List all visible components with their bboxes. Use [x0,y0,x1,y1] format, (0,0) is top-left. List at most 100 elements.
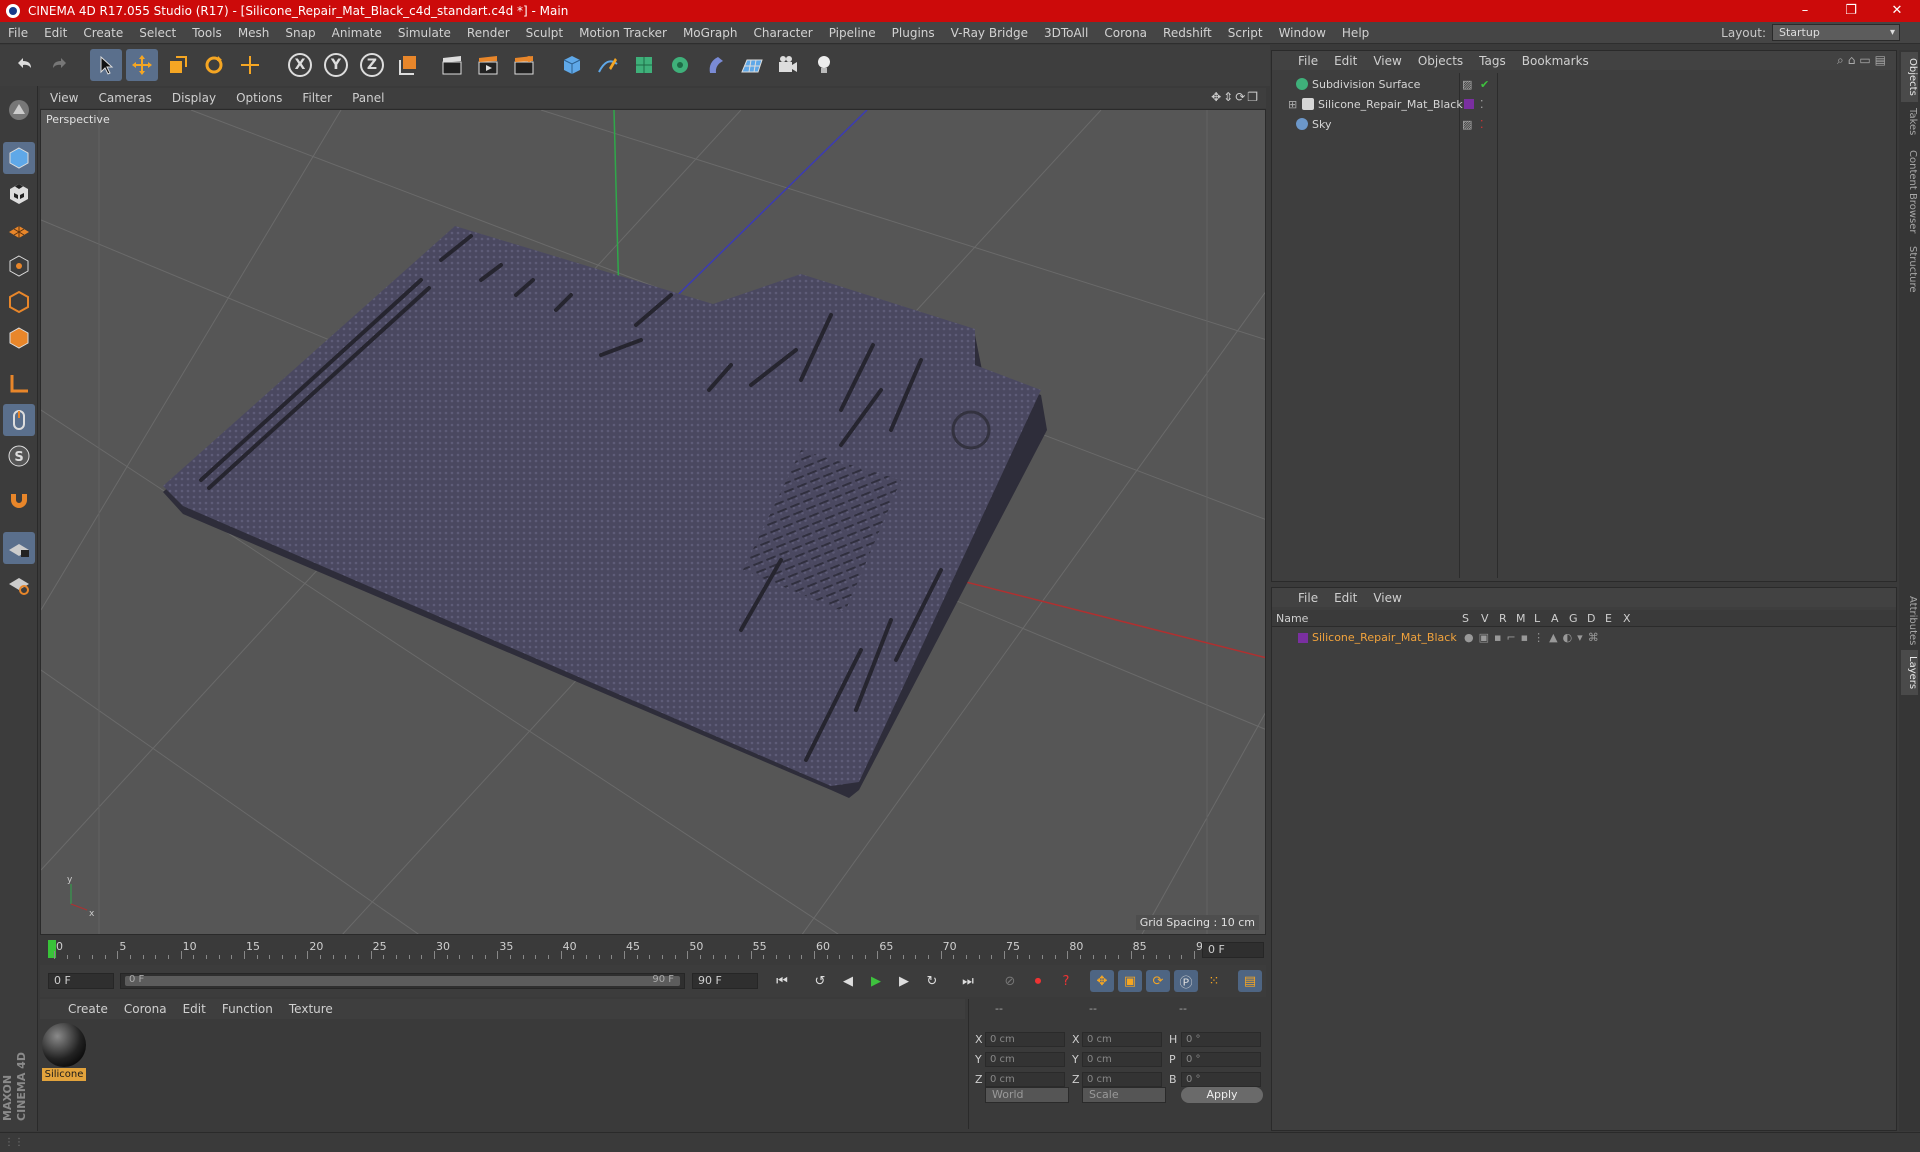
add-floor-button[interactable] [736,49,768,81]
visibility-dots-icon[interactable]: ⁚ [1480,98,1484,111]
menu-edit[interactable]: Edit [36,26,75,40]
workplane-mode-button[interactable] [3,214,35,246]
x-axis-lock-button[interactable]: X [284,49,316,81]
menu-window[interactable]: Window [1271,26,1334,40]
visibility-dots-icon[interactable]: ⁚ [1480,118,1484,131]
position-x-field[interactable]: 0 cm [985,1032,1065,1047]
timeline-window-button[interactable]: ▤ [1238,970,1262,992]
frame-range-handle[interactable] [125,976,680,986]
lm-menu-file[interactable]: File [1290,591,1326,605]
viewport-menu-view[interactable]: View [40,91,88,105]
key-position-button[interactable]: ✥ [1090,970,1114,992]
layer-row[interactable]: Silicone_Repair_Mat_Black ●▣▪⌐▪⋮▲◐▾⌘ [1272,629,1896,647]
material-menu-create[interactable]: Create [60,1002,116,1016]
coordinate-system-button[interactable] [392,49,424,81]
z-axis-lock-button[interactable]: Z [356,49,388,81]
viewport-menu-display[interactable]: Display [162,91,226,105]
menu-mesh[interactable]: Mesh [230,26,278,40]
frame-ruler[interactable]: 051015202530354045505560657075808590 [48,940,1210,960]
viewport-navigation-icons[interactable]: ✥⇕⟳❐ [1211,90,1260,104]
position-y-field[interactable]: 0 cm [985,1052,1065,1067]
go-to-end-button[interactable]: ⏭ [956,970,980,992]
om-menu-bookmarks[interactable]: Bookmarks [1514,54,1597,68]
points-mode-button[interactable] [3,250,35,282]
layer-name[interactable]: Silicone_Repair_Mat_Black [1312,631,1457,644]
next-frame-button[interactable]: ▶ [892,970,916,992]
visibility-toggle-icon[interactable]: ▨ [1462,78,1472,91]
menu-tools[interactable]: Tools [184,26,230,40]
tweak-mode-button[interactable] [3,404,35,436]
rotation-h-field[interactable]: 0 ° [1181,1032,1261,1047]
om-menu-view[interactable]: View [1365,54,1409,68]
menu-create[interactable]: Create [75,26,131,40]
go-to-start-button[interactable]: ⏮ [770,970,794,992]
add-light-button[interactable] [808,49,840,81]
add-camera-button[interactable] [772,49,804,81]
object-row-subdivision-surface[interactable]: Subdivision Surface ▨ ✔ [1272,75,1896,94]
position-z-field[interactable]: 0 cm [985,1072,1065,1087]
timeline-ruler[interactable]: 051015202530354045505560657075808590 0 F [40,938,1266,962]
viewport-menu-panel[interactable]: Panel [342,91,394,105]
redo-button[interactable] [44,49,76,81]
render-picture-viewer-button[interactable] [472,49,504,81]
rotation-b-field[interactable]: 0 ° [1181,1072,1261,1087]
om-search-home-icons[interactable]: ⌕⌂▭▤ [1837,53,1890,68]
y-axis-lock-button[interactable]: Y [320,49,352,81]
lm-menu-view[interactable]: View [1365,591,1409,605]
layout-dropdown[interactable]: Startup [1772,24,1900,41]
menu-script[interactable]: Script [1220,26,1271,40]
tab-content-browser[interactable]: Content Browser [1901,144,1918,239]
move-tool-button[interactable] [126,49,158,81]
om-menu-file[interactable]: File [1290,54,1326,68]
material-preview-swatch[interactable] [42,1023,86,1067]
menu-plugins[interactable]: Plugins [884,26,943,40]
menu-pipeline[interactable]: Pipeline [821,26,884,40]
axis-mode-button[interactable] [3,368,35,400]
om-menu-edit[interactable]: Edit [1326,54,1365,68]
apply-button[interactable]: Apply [1181,1087,1263,1103]
tab-objects[interactable]: Objects [1901,52,1918,102]
perspective-viewport[interactable]: y x Perspective Grid Spacing : 10 cm [40,109,1266,935]
next-keyframe-button[interactable]: ↻ [920,970,944,992]
object-row-silicone-repair-mat[interactable]: ⊞ Silicone_Repair_Mat_Black ⁚ [1272,95,1896,114]
material-menu-texture[interactable]: Texture [281,1002,341,1016]
current-frame-field[interactable]: 0 F [1202,942,1264,958]
frame-range-slider[interactable]: 0 F 90 F [120,973,685,989]
viewport-camera-label[interactable]: Perspective [46,113,110,126]
menu-motion-tracker[interactable]: Motion Tracker [571,26,675,40]
key-pla-button[interactable]: ⁙ [1202,970,1226,992]
rotation-p-field[interactable]: 0 ° [1181,1052,1261,1067]
end-frame-field[interactable]: 90 F [692,973,758,989]
edges-mode-button[interactable] [3,286,35,318]
menu-render[interactable]: Render [459,26,518,40]
menu-corona[interactable]: Corona [1096,26,1155,40]
material-menu-edit[interactable]: Edit [175,1002,214,1016]
viewport-menu-cameras[interactable]: Cameras [88,91,161,105]
object-name[interactable]: Sky [1312,118,1331,131]
previous-frame-button[interactable]: ◀ [836,970,860,992]
close-button[interactable]: ✕ [1874,0,1920,22]
object-name[interactable]: Subdivision Surface [1312,78,1420,91]
start-frame-field[interactable]: 0 F [48,973,114,989]
texture-mode-button[interactable] [3,178,35,210]
add-cube-button[interactable] [556,49,588,81]
keyframe-selection-button[interactable]: ? [1054,970,1078,992]
undo-button[interactable] [8,49,40,81]
planar-workplane-button[interactable] [3,568,35,600]
viewport-menu-options[interactable]: Options [226,91,292,105]
record-keys-button[interactable]: ⊘ [998,970,1022,992]
size-mode-dropdown[interactable]: Scale [1082,1087,1166,1103]
select-tool-button[interactable] [90,49,122,81]
autokey-button[interactable]: ⏺ [1026,970,1050,992]
menu-simulate[interactable]: Simulate [390,26,459,40]
model-mode-button[interactable] [3,142,35,174]
add-cloner-button[interactable] [664,49,696,81]
key-rotation-button[interactable]: ⟳ [1146,970,1170,992]
menu-animate[interactable]: Animate [324,26,390,40]
make-editable-button[interactable] [3,94,35,126]
menu-redshift[interactable]: Redshift [1155,26,1220,40]
size-y-field[interactable]: 0 cm [1082,1052,1162,1067]
menu-help[interactable]: Help [1334,26,1377,40]
size-x-field[interactable]: 0 cm [1082,1032,1162,1047]
visibility-toggle-icon[interactable]: ▨ [1462,118,1472,131]
